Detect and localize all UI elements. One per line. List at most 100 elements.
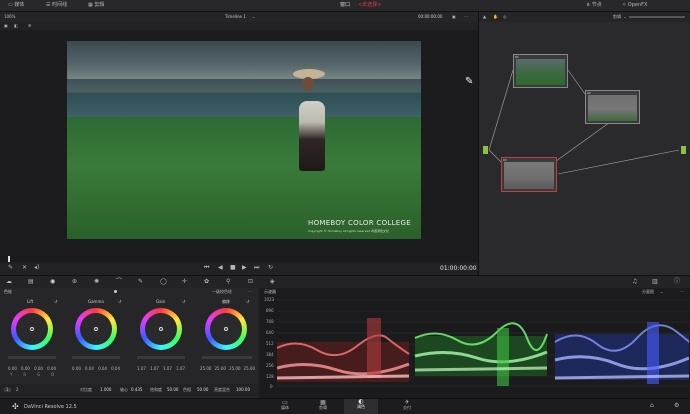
zoom-slider[interactable]: [629, 16, 685, 18]
gain-master-slider[interactable]: [137, 356, 185, 359]
settings-icon[interactable]: ⚙: [674, 403, 679, 409]
viewer-subtoolbar: ▣ ◧ ✲: [0, 22, 478, 30]
curves-icon[interactable]: ⌒: [116, 279, 122, 285]
target-icon[interactable]: ◎: [503, 15, 507, 19]
info-icon[interactable]: ⓘ: [674, 279, 680, 285]
play-icon[interactable]: ▶: [242, 265, 247, 271]
offset-y[interactable]: 25.00: [200, 367, 211, 371]
lum-mix-value[interactable]: 100.00: [236, 388, 250, 392]
gamma-b[interactable]: 0.04: [111, 367, 120, 371]
openfx-button[interactable]: ✧ OpenFX: [622, 3, 647, 8]
media-page-tab[interactable]: ▭ 媒体: [270, 400, 300, 414]
audio-icon[interactable]: ♫: [632, 279, 637, 285]
gain-y[interactable]: 1.07: [137, 367, 146, 371]
more-icon[interactable]: ⋯: [248, 290, 252, 294]
lift-reset-icon[interactable]: ↺: [54, 300, 57, 304]
page-1-button[interactable]: 1: [4, 388, 11, 392]
lift-r[interactable]: 0.00: [21, 367, 30, 371]
wheel-mode[interactable]: 一级校色轮: [212, 290, 232, 294]
color-page-tab[interactable]: ◐ 调色: [344, 399, 378, 414]
gamma-wheel[interactable]: [75, 308, 117, 350]
offset-b[interactable]: 25.00: [244, 367, 255, 371]
offset-wheel[interactable]: [205, 308, 247, 350]
home-icon[interactable]: ⌂: [650, 403, 654, 409]
chevron-down-icon[interactable]: ⌄: [252, 15, 255, 19]
gamma-y[interactable]: 0.00: [72, 367, 81, 371]
fullscreen-icon[interactable]: ▣: [452, 15, 456, 19]
3d-icon[interactable]: ◈: [270, 279, 275, 285]
gamma-r[interactable]: 0.04: [85, 367, 94, 371]
media-button[interactable]: ▭ 媒体: [8, 3, 24, 8]
more-icon[interactable]: ⋯: [680, 290, 684, 294]
node-01[interactable]: 01: [513, 54, 568, 88]
go-end-icon[interactable]: ⏭: [254, 265, 259, 271]
picker-icon[interactable]: ✎: [465, 76, 473, 87]
offset-master-slider[interactable]: [202, 356, 252, 359]
page-dot[interactable]: [114, 290, 117, 293]
qualifier-icon[interactable]: ✎: [138, 279, 143, 285]
offset-g[interactable]: 25.00: [229, 367, 240, 371]
timeline-name[interactable]: Timeline 1: [225, 15, 246, 19]
volume-icon[interactable]: ◂): [34, 265, 39, 271]
lift-y[interactable]: 0.00: [8, 367, 17, 371]
split-icon[interactable]: ◧: [14, 24, 18, 28]
zoom-level[interactable]: 106%: [4, 15, 15, 19]
pointer-icon[interactable]: ▲: [483, 15, 486, 19]
blur-icon[interactable]: ✿: [204, 279, 209, 285]
magic-icon[interactable]: ✲: [28, 24, 31, 28]
layout-icon[interactable]: ▣: [4, 24, 8, 28]
more-icon[interactable]: ⋯: [464, 15, 468, 19]
lift-b[interactable]: 0.00: [47, 367, 56, 371]
camera-raw-icon[interactable]: ☁: [6, 279, 12, 285]
scopes-icon[interactable]: ▥: [652, 279, 658, 285]
edit-page-tab[interactable]: ▦ 剪辑: [308, 400, 338, 414]
chevron-down-icon[interactable]: ⌄: [660, 290, 663, 294]
tree-output[interactable]: [681, 146, 686, 154]
rgb-mixer-icon[interactable]: ⊛: [72, 279, 77, 285]
tracker-icon[interactable]: ✛: [182, 279, 187, 285]
source-input[interactable]: [483, 146, 488, 154]
close-icon[interactable]: ✕: [22, 265, 27, 271]
contrast-value[interactable]: 1.000: [100, 388, 111, 392]
node-02[interactable]: 02: [585, 90, 640, 124]
gamma-master-slider[interactable]: [72, 356, 120, 359]
gain-wheel[interactable]: [140, 308, 182, 350]
node-mode[interactable]: 剪辑: [613, 15, 621, 19]
hand-icon[interactable]: ✋: [493, 15, 498, 19]
gain-reset-icon[interactable]: ↺: [182, 300, 185, 304]
gain-r[interactable]: 1.07: [150, 367, 159, 371]
deliver-page-tab[interactable]: ✈ 交付: [392, 400, 422, 414]
lift-master-slider[interactable]: [8, 356, 56, 359]
loop-icon[interactable]: ↻: [268, 265, 273, 271]
nodes-button[interactable]: ⋔ 节点: [586, 3, 602, 8]
page-2-button[interactable]: 2: [14, 388, 21, 392]
gain-b[interactable]: 1.07: [176, 367, 185, 371]
color-wheels-icon[interactable]: ◉: [50, 279, 55, 285]
go-start-icon[interactable]: ⏮: [204, 265, 209, 271]
lift-wheel[interactable]: [11, 308, 53, 350]
sizing-icon[interactable]: ⊡: [248, 279, 253, 285]
lift-g[interactable]: 0.00: [34, 367, 43, 371]
gamma-g[interactable]: 0.04: [98, 367, 107, 371]
gain-g[interactable]: 1.07: [163, 367, 172, 371]
offset-r[interactable]: 25.00: [215, 367, 226, 371]
scope-mode[interactable]: 分量图: [642, 290, 654, 294]
video-frame[interactable]: HOMEBOY COLOR COLLEGE Copyright © Homebo…: [67, 41, 421, 239]
window-icon[interactable]: ◯: [160, 279, 167, 285]
timeline-button[interactable]: ☰ 时间线: [46, 3, 67, 8]
node-01-thumb: [516, 59, 565, 85]
node-03[interactable]: 03: [501, 157, 557, 192]
clips-button[interactable]: ▦ 剪辑: [88, 3, 104, 8]
chevron-down-icon[interactable]: ⌄: [623, 15, 626, 19]
pen-icon[interactable]: ✎: [8, 265, 13, 271]
key-icon[interactable]: ⚲: [226, 279, 230, 285]
motion-icon[interactable]: ✺: [94, 279, 99, 285]
pivot-value[interactable]: 0.435: [131, 388, 142, 392]
reverse-icon[interactable]: ◀: [218, 265, 223, 271]
saturation-value[interactable]: 50.00: [167, 388, 178, 392]
color-match-icon[interactable]: ▤: [28, 279, 34, 285]
offset-reset-icon[interactable]: ↺: [246, 300, 249, 304]
hue-value[interactable]: 50.00: [197, 388, 208, 392]
stop-icon[interactable]: ■: [230, 265, 236, 271]
gamma-reset-icon[interactable]: ↺: [118, 300, 121, 304]
